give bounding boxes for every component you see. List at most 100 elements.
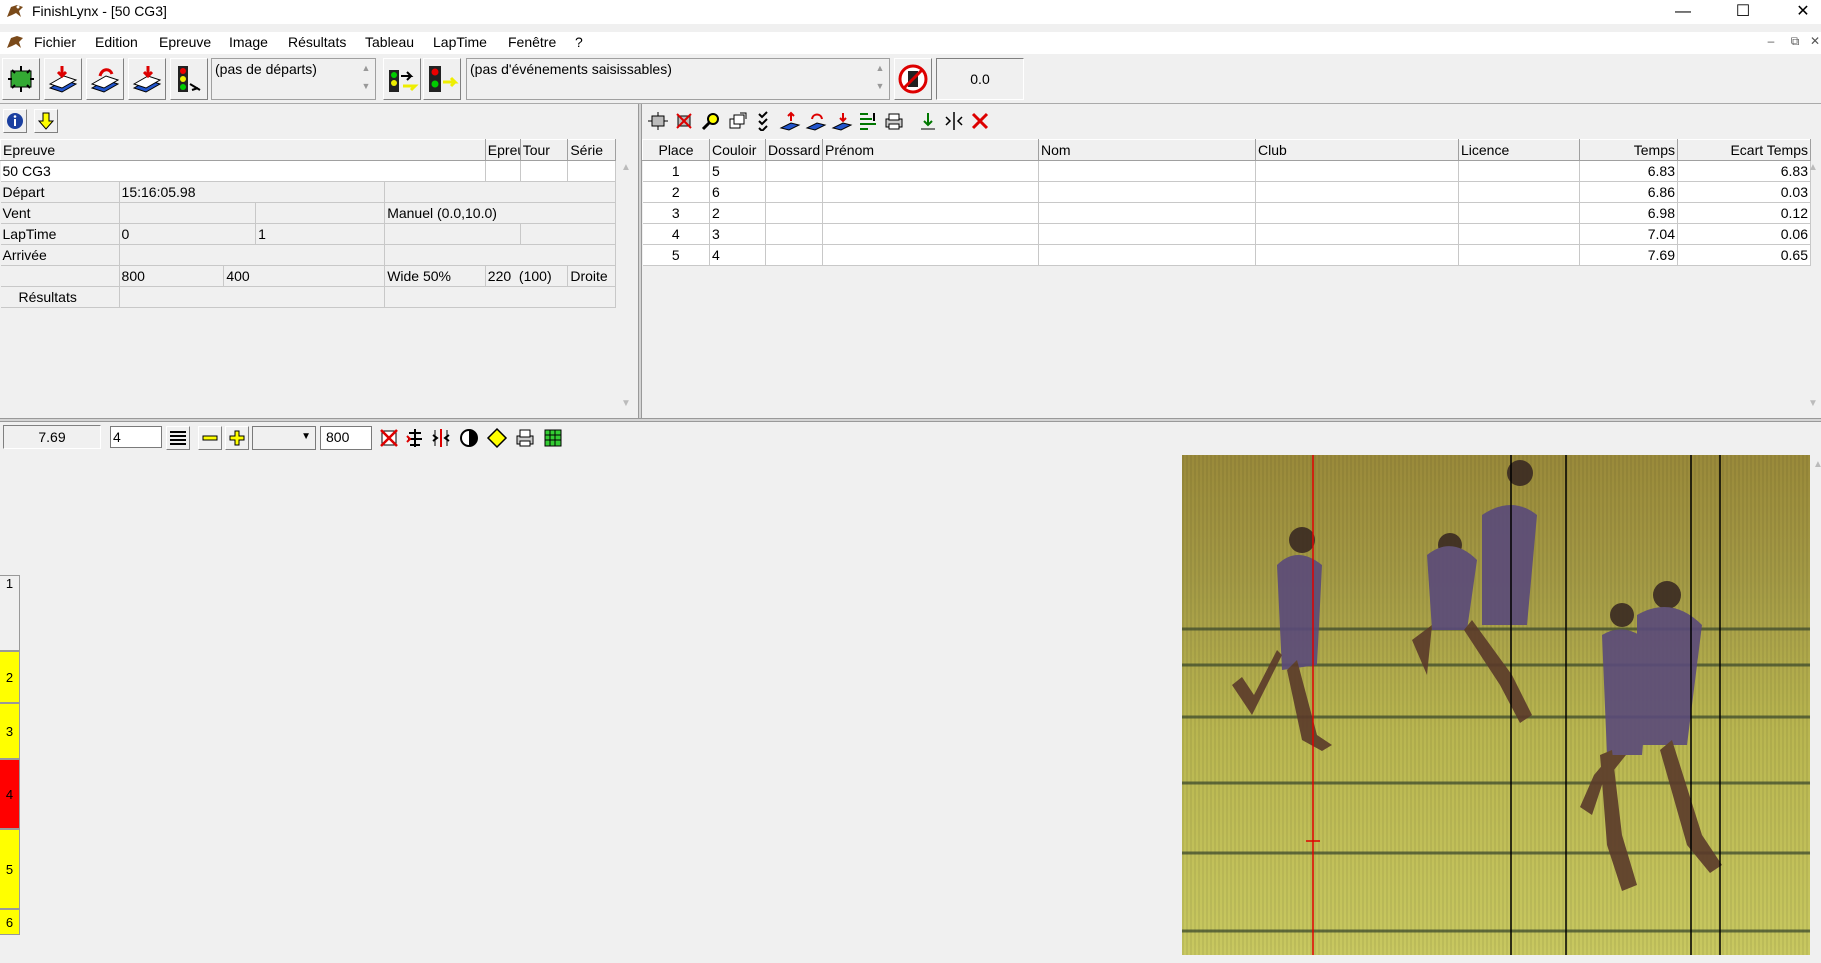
col-epreuve[interactable]: Epreuve [0,139,486,161]
result-lane[interactable]: 4 [709,244,766,266]
laptime-value-a[interactable]: 0 [119,223,257,245]
vent-cell-a[interactable] [119,202,257,224]
result-firstname[interactable] [822,223,1039,245]
delete-image-icon[interactable] [378,427,400,449]
lane-marker-6[interactable]: 6 [0,909,20,935]
menu-image[interactable]: Image [229,34,268,50]
camera-gain[interactable]: 220 (100) [485,265,569,287]
print-icon[interactable] [883,111,905,131]
result-lastname[interactable] [1038,202,1256,224]
checklist-icon[interactable] [753,111,775,131]
result-club[interactable] [1255,181,1459,203]
col-ecart-temps[interactable]: Ecart Temps [1677,139,1811,161]
result-row[interactable]: 2 6 6.86 0.03 [642,181,1811,203]
result-lane[interactable]: 6 [709,181,766,203]
result-licence[interactable] [1458,223,1580,245]
split-icon[interactable] [943,111,965,131]
results-event-button[interactable] [86,58,124,100]
no-wind-button[interactable] [894,58,932,100]
result-firstname[interactable] [822,244,1039,266]
result-time[interactable]: 6.83 [1579,160,1678,182]
event-heat-cell[interactable] [567,160,616,182]
events-combo-up[interactable]: ▲ [873,61,887,75]
result-licence[interactable] [1458,160,1580,182]
col-place[interactable]: Place [642,139,710,161]
event-scroll-up[interactable]: ▲ [618,162,634,173]
menu-fenetre[interactable]: Fenêtre [508,34,556,50]
result-firstname[interactable] [822,202,1039,224]
result-bib[interactable] [765,244,823,266]
col-temps[interactable]: Temps [1579,139,1678,161]
result-lane[interactable]: 3 [709,223,766,245]
sort-icon[interactable] [857,111,879,131]
start-lights-button[interactable] [170,58,208,100]
zoom-out-button[interactable] [198,426,222,450]
col-serie[interactable]: Série [567,139,616,161]
laptime-cell-c[interactable] [384,223,521,245]
result-lane[interactable]: 5 [709,160,766,182]
result-row[interactable]: 5 4 7.69 0.65 [642,244,1811,266]
events-combo-down[interactable]: ▼ [873,79,887,93]
image-scroll-up[interactable]: ▲ [1810,459,1821,470]
lane-marker-3[interactable]: 3 [0,703,20,759]
laptime-value-b[interactable]: 1 [255,223,386,245]
menu-tableau[interactable]: Tableau [365,34,414,50]
info-button[interactable] [3,109,27,133]
zoom-in-button[interactable] [225,426,249,450]
result-bib[interactable] [765,160,823,182]
arm-button[interactable] [383,58,421,100]
result-row[interactable]: 1 5 6.83 6.83 [642,160,1811,182]
result-time[interactable]: 6.86 [1579,181,1678,203]
starts-combo-up[interactable]: ▲ [359,61,373,75]
magnify-icon[interactable] [700,111,722,131]
depart-value[interactable]: 15:16:05.98 [119,181,386,203]
camera-direction[interactable]: Droite [567,265,616,287]
mdi-restore-button[interactable]: ⧉ [1786,34,1804,52]
result-lastname[interactable] [1038,181,1256,203]
result-lastname[interactable] [1038,160,1256,182]
finish-photo[interactable] [1182,455,1810,955]
horizontal-splitter[interactable] [0,418,1821,422]
vent-cell-b[interactable] [255,202,386,224]
result-bib[interactable] [765,181,823,203]
result-club[interactable] [1255,160,1459,182]
vent-value[interactable]: Manuel (0.0,10.0) [384,202,616,224]
event-save-icon[interactable] [831,111,853,131]
col-epreuve-n[interactable]: Epreuve n [484,139,521,161]
lane-marker-4[interactable]: 4 [0,759,20,829]
resultats-value[interactable] [119,286,386,308]
lane-marker-2[interactable]: 2 [0,651,20,703]
lane-input[interactable] [110,426,162,448]
brightness-icon[interactable] [486,427,508,449]
save-event-button[interactable] [128,58,166,100]
result-lastname[interactable] [1038,244,1256,266]
download-arrow-button[interactable] [34,109,58,133]
event-number-cell[interactable] [485,160,521,182]
result-lane[interactable]: 2 [709,202,766,224]
zoom-select[interactable]: ▼ [252,426,316,450]
delete-icon[interactable] [969,111,991,131]
align-icon[interactable] [404,427,426,449]
result-bib[interactable] [765,223,823,245]
layers-icon[interactable] [727,111,749,131]
capture-button[interactable] [2,58,40,100]
col-tour[interactable]: Tour [519,139,569,161]
lane-marker-5[interactable]: 5 [0,829,20,909]
starts-combo-down[interactable]: ▼ [359,79,373,93]
event-round-cell[interactable] [520,160,569,182]
capture-small-icon[interactable] [647,111,669,131]
result-club[interactable] [1255,223,1459,245]
grid-icon[interactable] [542,427,564,449]
minimize-button[interactable]: — [1660,0,1706,24]
result-time[interactable]: 7.69 [1579,244,1678,266]
menu-epreuve[interactable]: Epreuve [159,34,211,50]
col-licence[interactable]: Licence [1458,139,1580,161]
col-dossard[interactable]: Dossard [765,139,823,161]
event-refresh-icon[interactable] [805,111,827,131]
delete-capture-icon[interactable] [673,111,695,131]
event-name-cell[interactable]: 50 CG3 [0,160,486,182]
insert-arrow-icon[interactable] [917,111,939,131]
menu-laptime[interactable]: LapTime [433,34,487,50]
mdi-minimize-button[interactable]: – [1762,34,1780,52]
result-row[interactable]: 4 3 7.04 0.06 [642,223,1811,245]
